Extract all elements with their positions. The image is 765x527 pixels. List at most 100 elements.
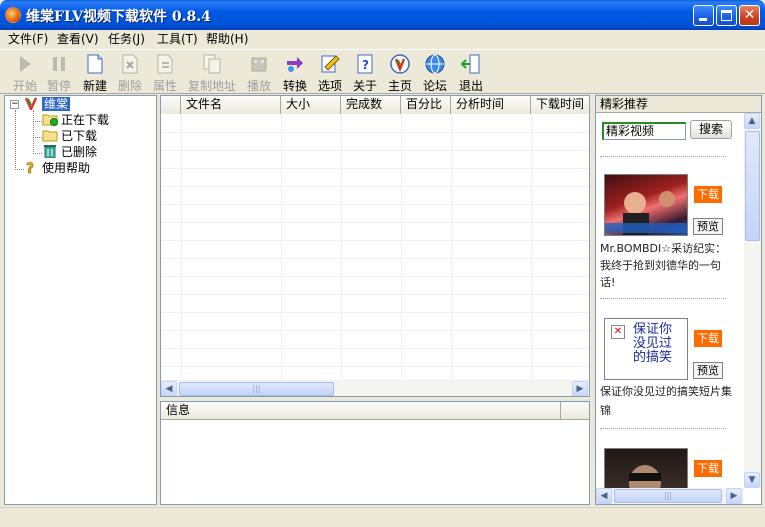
- grid-row-line: [161, 312, 589, 313]
- scroll-down-arrow-icon[interactable]: ▼: [744, 472, 760, 488]
- video-thumbnail[interactable]: [604, 174, 688, 236]
- grid-column-line: [281, 114, 282, 380]
- list-horizontal-scrollbar[interactable]: ◀ ||| ▶: [161, 380, 589, 396]
- grid-row-line: [161, 222, 589, 223]
- menu-help[interactable]: 帮助(H): [206, 31, 248, 47]
- scroll-right-arrow-icon[interactable]: ▶: [726, 488, 742, 504]
- about-button[interactable]: ? 关于: [350, 52, 380, 94]
- scroll-left-arrow-icon[interactable]: ◀: [161, 381, 177, 396]
- grid-row-line: [161, 294, 589, 295]
- recommend-search-input[interactable]: 精彩视频: [602, 122, 686, 140]
- category-tree[interactable]: − 维棠 正在下载 已下载 已删除 ? 使用帮助: [4, 95, 157, 505]
- divider: [600, 156, 726, 157]
- video-thumbnail[interactable]: ✕ 保证你没见过的搞笑: [604, 318, 688, 380]
- minimize-button[interactable]: [693, 5, 714, 26]
- menu-view[interactable]: 查看(V): [57, 31, 99, 47]
- scroll-right-arrow-icon[interactable]: ▶: [572, 381, 588, 396]
- exit-button[interactable]: 退出: [456, 52, 486, 94]
- start-button[interactable]: 开始: [10, 52, 40, 94]
- recommend-panel[interactable]: 精彩推荐 精彩视频 搜索 下载 预览 Mr.BOMBDI☆采访纪实：我终于抢到刘…: [595, 95, 762, 505]
- app-icon[interactable]: [5, 7, 21, 23]
- grid-column-line: [451, 114, 452, 380]
- info-column-header[interactable]: 信息: [161, 402, 561, 420]
- options-icon: [319, 53, 341, 75]
- pause-button[interactable]: 暂停: [44, 52, 74, 94]
- menu-bar: 文件(F) 查看(V) 任务(J) 工具(T) 帮助(H): [0, 30, 765, 48]
- menu-tasks[interactable]: 任务(J): [108, 31, 145, 47]
- tree-collapse-toggle[interactable]: −: [10, 100, 19, 109]
- toolbar: 开始 暂停 新建 删除 属性 复制地址 播放 转换 选项 ? 关于 主页 论坛 …: [0, 49, 765, 94]
- download-list[interactable]: 文件名 大小 完成数 百分比 分析时间 下载时间 ◀ ||| ▶: [160, 95, 590, 397]
- download-button[interactable]: 下载: [694, 330, 722, 347]
- column-header-filename[interactable]: 文件名: [181, 96, 281, 114]
- play-button[interactable]: 播放: [244, 52, 274, 94]
- scroll-thumb[interactable]: |||: [179, 382, 334, 396]
- grid-row-line: [161, 132, 589, 133]
- scroll-thumb[interactable]: |||: [614, 489, 722, 503]
- new-document-icon: [84, 53, 106, 75]
- scroll-up-arrow-icon[interactable]: ▲: [744, 113, 760, 129]
- list-header: 文件名 大小 完成数 百分比 分析时间 下载时间: [161, 96, 589, 114]
- column-header-completed[interactable]: 完成数: [341, 96, 401, 114]
- recommend-search-button[interactable]: 搜索: [690, 120, 732, 139]
- new-button[interactable]: 新建: [80, 52, 110, 94]
- download-button[interactable]: 下载: [694, 460, 722, 477]
- thumbnail-text: 保证你没见过的搞笑: [633, 322, 673, 365]
- recommend-horizontal-scrollbar[interactable]: ◀ ||| ▶: [596, 488, 744, 504]
- column-header-percent[interactable]: 百分比: [401, 96, 451, 114]
- scroll-thumb[interactable]: [745, 131, 760, 241]
- column-header-analyze-time[interactable]: 分析时间: [451, 96, 531, 114]
- pause-icon: [48, 53, 70, 75]
- close-button[interactable]: ✕: [739, 5, 760, 26]
- tree-node-deleted[interactable]: 已删除: [42, 144, 97, 160]
- forum-button[interactable]: 论坛: [420, 52, 450, 94]
- tree-connector: [33, 121, 42, 122]
- copy-icon: [201, 53, 223, 75]
- tree-node-root[interactable]: 维棠: [23, 96, 71, 113]
- homepage-button[interactable]: 主页: [385, 52, 415, 94]
- preview-button[interactable]: 预览: [693, 218, 723, 235]
- grid-row-line: [161, 204, 589, 205]
- close-icon: ✕: [743, 7, 756, 23]
- grid-row-line: [161, 186, 589, 187]
- maximize-icon: [721, 10, 732, 21]
- scroll-left-arrow-icon[interactable]: ◀: [596, 488, 612, 504]
- tree-connector: [33, 137, 42, 138]
- column-header-download-time[interactable]: 下载时间: [531, 96, 589, 114]
- recommend-vertical-scrollbar[interactable]: ▲ ▼: [744, 113, 761, 488]
- convert-button[interactable]: 转换: [280, 52, 310, 94]
- recommend-title: 精彩推荐: [596, 96, 761, 113]
- tree-node-help[interactable]: ? 使用帮助: [23, 160, 90, 178]
- recycle-bin-icon: [42, 144, 58, 159]
- folder-downloading-icon: [42, 112, 58, 126]
- info-header: 信息: [161, 402, 589, 420]
- about-icon: ?: [354, 53, 376, 75]
- video-caption[interactable]: 保证你没见过的搞笑短片集锦: [600, 382, 734, 420]
- tree-connector: [33, 110, 34, 154]
- download-button[interactable]: 下载: [694, 186, 722, 203]
- column-header-size[interactable]: 大小: [281, 96, 341, 114]
- grid-row-line: [161, 168, 589, 169]
- exit-door-icon: [460, 53, 482, 75]
- column-header-select[interactable]: [161, 96, 181, 114]
- preview-button[interactable]: 预览: [693, 362, 723, 379]
- minimize-icon: [699, 18, 707, 21]
- options-button[interactable]: 选项: [315, 52, 345, 94]
- maximize-button[interactable]: [716, 5, 737, 26]
- app-logo-icon: [23, 96, 39, 113]
- info-panel[interactable]: 信息: [160, 401, 590, 505]
- properties-button[interactable]: 属性: [150, 52, 180, 94]
- menu-file[interactable]: 文件(F): [8, 31, 48, 47]
- video-caption[interactable]: Mr.BOMBDI☆采访纪实：我终于抢到刘德华的一句话!: [600, 240, 734, 291]
- grid-column-line: [181, 114, 182, 380]
- menu-tools[interactable]: 工具(T): [157, 31, 198, 47]
- grid-column-line: [401, 114, 402, 380]
- grid-row-line: [161, 348, 589, 349]
- tree-node-downloaded[interactable]: 已下载: [42, 128, 97, 144]
- window-title: 维棠FLV视频下载软件 0.8.4: [26, 9, 211, 25]
- delete-button[interactable]: 删除: [115, 52, 145, 94]
- title-bar[interactable]: 维棠FLV视频下载软件 0.8.4 ✕: [0, 0, 765, 30]
- film-icon: [248, 53, 270, 75]
- copy-url-button[interactable]: 复制地址: [187, 52, 237, 94]
- tree-node-downloading[interactable]: 正在下载: [42, 112, 109, 128]
